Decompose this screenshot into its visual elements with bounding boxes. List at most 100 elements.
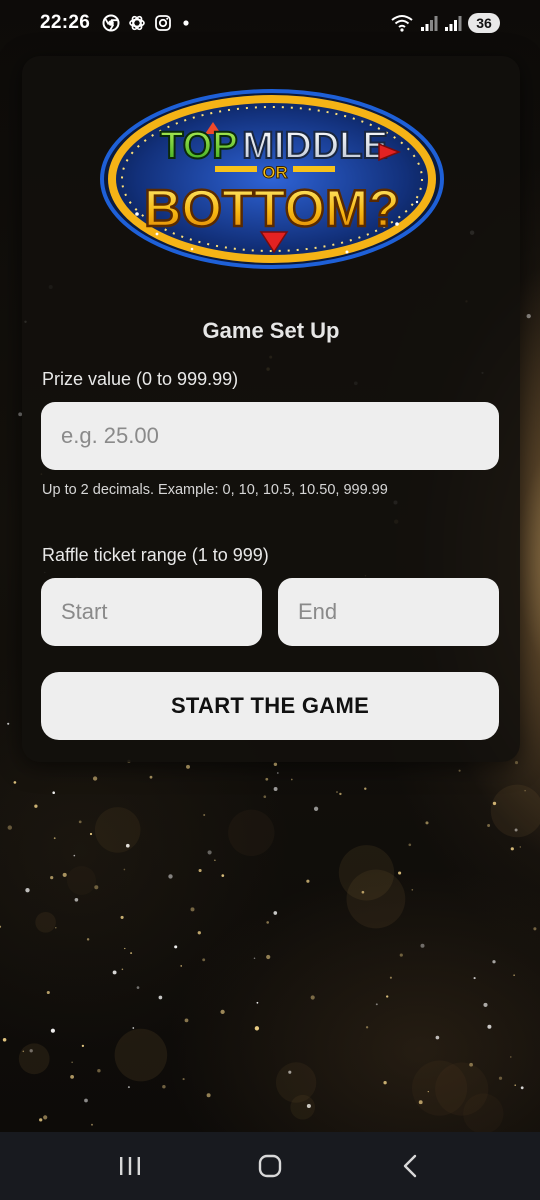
sparkle <box>420 943 425 948</box>
sparkle <box>162 1084 166 1089</box>
sparkle <box>52 791 55 794</box>
sparkle <box>124 947 126 950</box>
sparkle <box>46 990 50 995</box>
bokeh <box>114 1028 168 1082</box>
sparkle <box>290 778 293 781</box>
logo-text-middle: MIDDLE <box>242 125 388 167</box>
sparkle <box>398 871 402 875</box>
sparkle <box>513 974 515 976</box>
back-icon <box>403 1154 417 1178</box>
sparkle <box>73 854 76 857</box>
range-end-input[interactable] <box>278 578 499 646</box>
bokeh <box>435 1062 489 1116</box>
sparkle <box>78 820 82 824</box>
bokeh <box>490 784 540 838</box>
range-start-input[interactable] <box>41 578 262 646</box>
recents-icon <box>120 1157 140 1175</box>
sparkle <box>190 907 195 912</box>
status-time: 22:26 <box>40 12 91 33</box>
sparkle <box>7 825 12 830</box>
instagram-icon <box>155 15 172 31</box>
sparkle <box>399 953 403 957</box>
sparkle <box>168 874 173 879</box>
logo-graphic: TOP MIDDLE OR BOTTOM? <box>100 89 444 269</box>
sparkle <box>310 995 315 1000</box>
signal-icon <box>421 16 438 31</box>
bokeh <box>290 1094 316 1120</box>
sparkle <box>198 868 202 873</box>
sparkle <box>43 1115 48 1120</box>
sparkle <box>458 769 461 772</box>
sparkle <box>514 1084 516 1086</box>
sparkle <box>492 960 496 964</box>
openai-icon <box>129 15 145 31</box>
sparkle <box>184 1018 189 1023</box>
page-title: Game Set Up <box>202 318 340 343</box>
sparkle <box>510 847 514 851</box>
sparkle <box>123 868 126 871</box>
sparkle <box>182 1078 185 1081</box>
sparkle <box>71 1061 73 1063</box>
sparkle <box>254 1026 260 1031</box>
sparkle <box>70 1075 74 1079</box>
sparkle <box>435 1035 440 1040</box>
recents-button[interactable] <box>100 1136 160 1196</box>
sparkle <box>206 1093 211 1098</box>
system-nav-bar <box>0 1132 540 1200</box>
sparkle <box>136 986 140 989</box>
sparkle <box>487 1024 492 1029</box>
bokeh <box>94 807 141 853</box>
sparkle <box>112 970 117 975</box>
sparkle <box>34 804 38 808</box>
sparkle <box>132 1027 135 1029</box>
sparkle <box>84 1098 88 1103</box>
prize-hint: Up to 2 decimals. Example: 0, 10, 10.5, … <box>42 482 388 498</box>
home-button[interactable] <box>240 1136 300 1196</box>
sparkle <box>273 911 278 915</box>
sparkle <box>266 954 271 960</box>
prize-value-input[interactable] <box>41 402 499 470</box>
sparkle <box>50 1028 55 1033</box>
sparkle <box>186 764 190 769</box>
sparkle <box>7 722 10 725</box>
battery-indicator: 36 <box>468 13 500 33</box>
sparkle <box>386 995 389 998</box>
sparkle <box>89 832 93 836</box>
logo-text-bottom: BOTTOM? <box>144 180 400 238</box>
start-game-button[interactable]: START THE GAME <box>41 672 499 740</box>
sparkle <box>2 1038 7 1042</box>
raffle-range-label: Raffle ticket range (1 to 999) <box>42 545 269 565</box>
sparkle <box>53 837 56 840</box>
status-right: 36 <box>390 13 500 33</box>
sparkle <box>375 1003 378 1006</box>
sparkle <box>55 927 57 929</box>
logo-text-top: TOP <box>160 125 237 167</box>
sparkle <box>127 1086 130 1089</box>
sparkle <box>149 775 153 779</box>
sparkle <box>253 957 256 959</box>
sparkle <box>180 965 182 967</box>
sparkle <box>202 958 206 962</box>
sparkle <box>265 777 269 781</box>
sparkle <box>81 1044 85 1048</box>
sparkle <box>473 977 476 980</box>
dot-icon <box>183 20 189 26</box>
sparkle <box>487 824 491 827</box>
sparkle <box>130 952 133 955</box>
sparkle <box>256 1001 259 1004</box>
game-logo: TOP MIDDLE OR BOTTOM? <box>97 84 447 274</box>
back-button[interactable] <box>380 1136 440 1196</box>
sparkle <box>92 776 98 781</box>
sparkle <box>50 876 54 880</box>
sparkle <box>533 927 537 931</box>
signal-icon <box>445 16 462 31</box>
sparkle <box>306 879 310 883</box>
sparkle <box>483 1002 488 1007</box>
sparkle <box>0 925 2 928</box>
sparkle <box>313 806 319 811</box>
bokeh <box>338 845 395 901</box>
sparkle <box>203 814 206 816</box>
sparkle <box>13 781 17 784</box>
sparkle <box>336 791 338 793</box>
sparkle <box>389 976 392 979</box>
